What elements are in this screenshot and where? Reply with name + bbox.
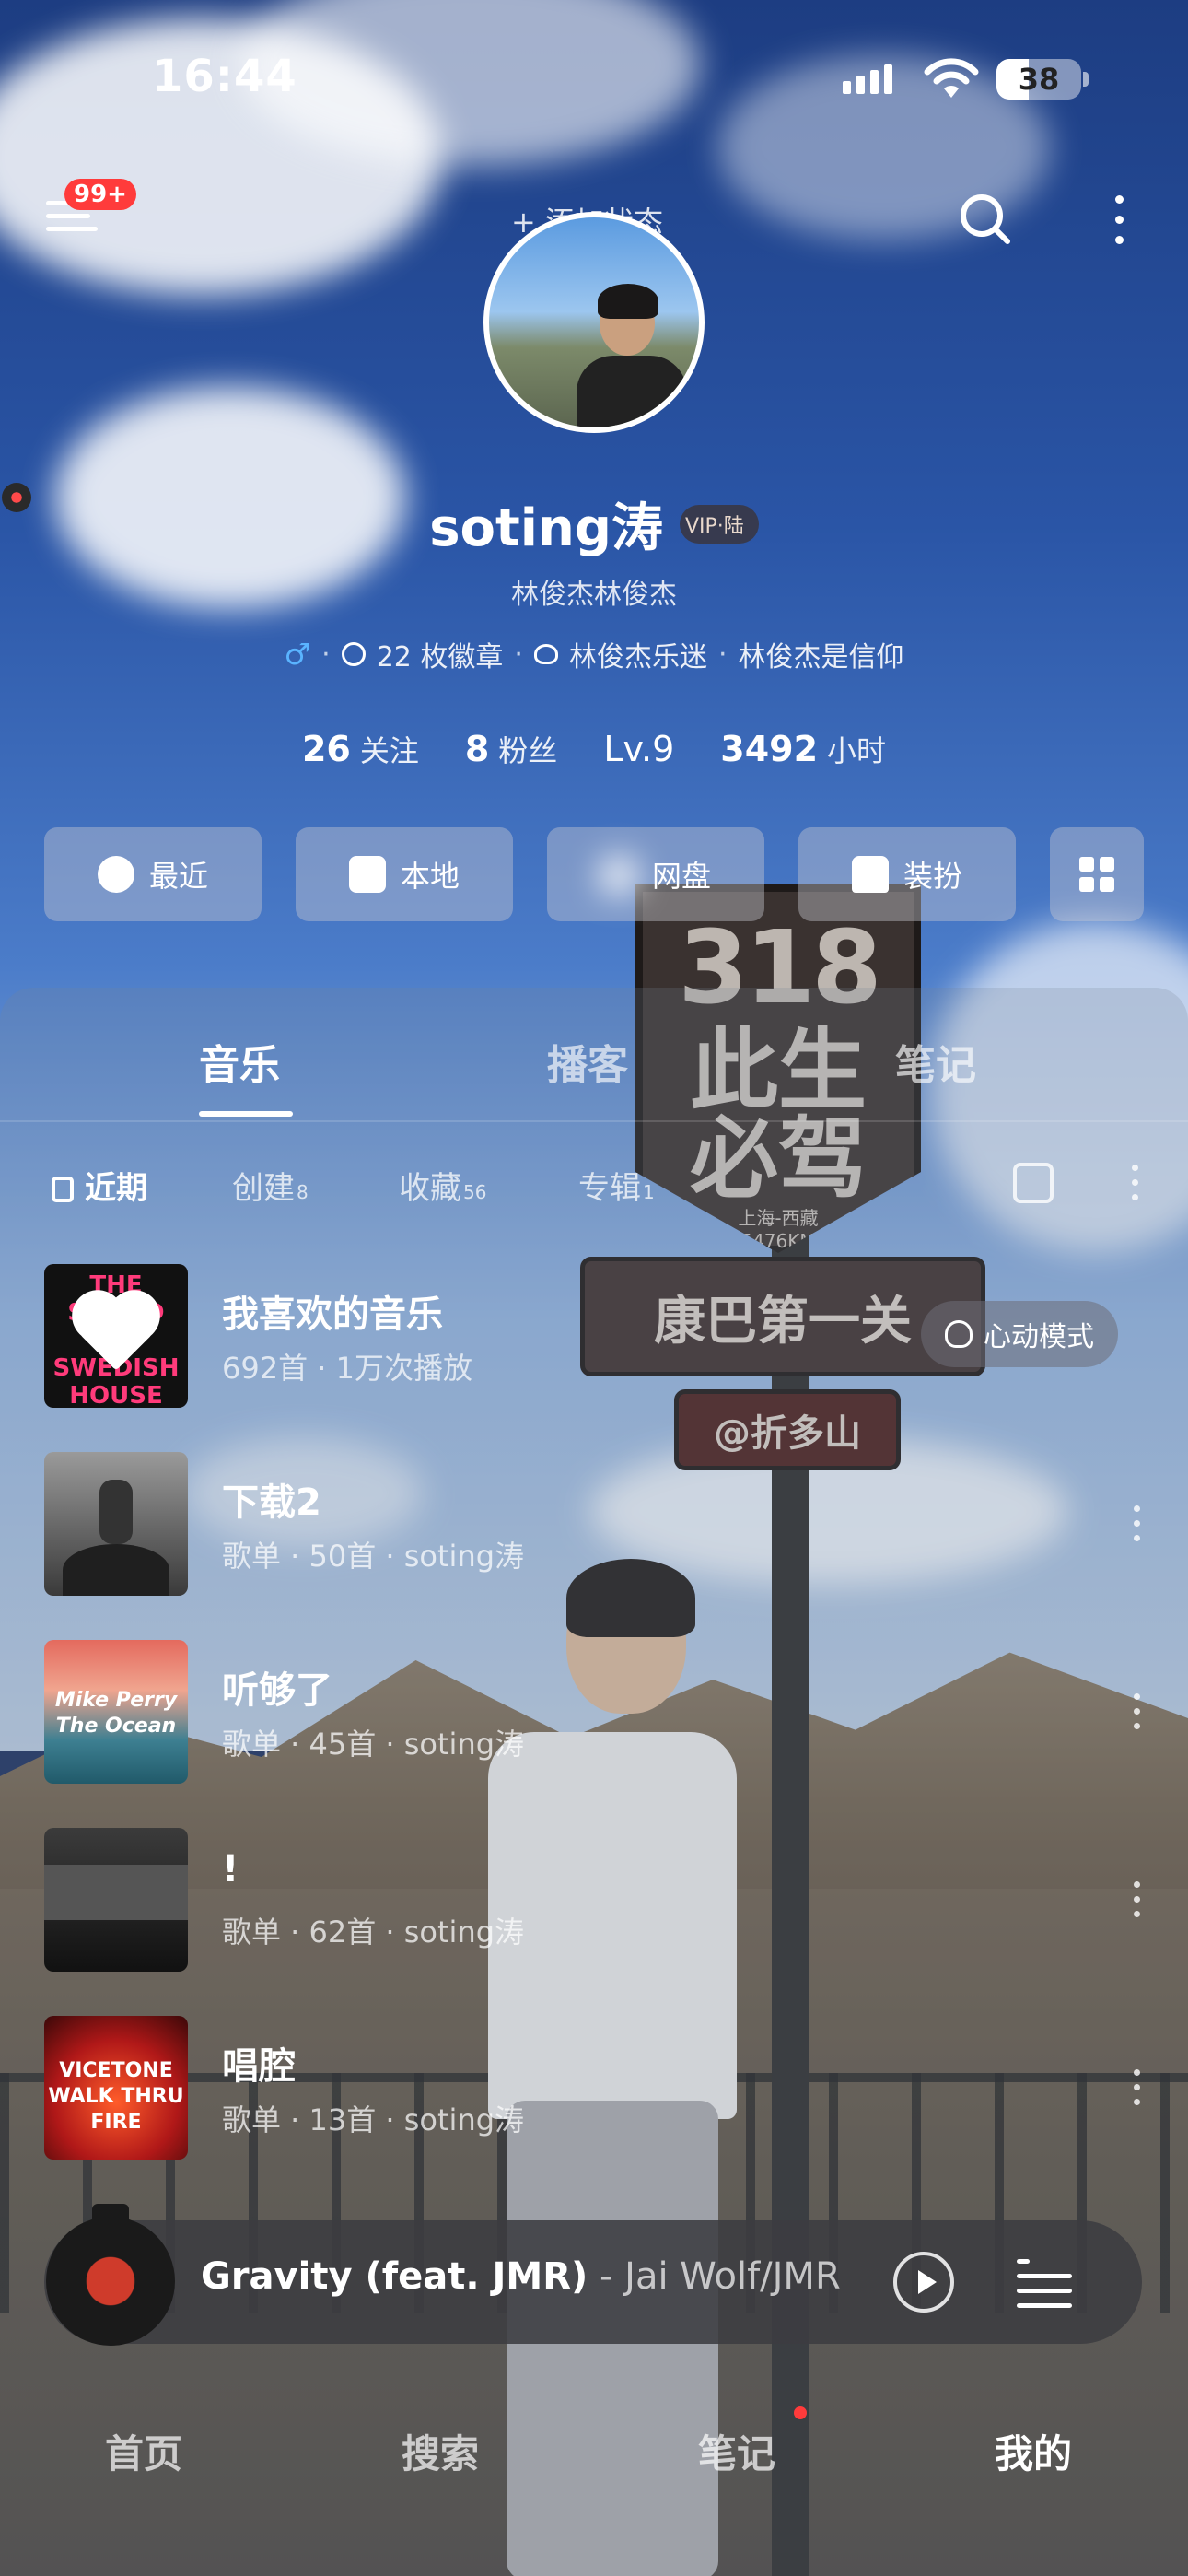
search-icon[interactable] <box>958 192 1013 247</box>
heart-mode-button[interactable]: 心动模式 <box>921 1301 1118 1367</box>
shirt-icon <box>851 856 889 893</box>
badge-medal-icon <box>341 642 366 666</box>
content-tabs: 音乐 播客 笔记 <box>0 1032 1188 1124</box>
song-artist: - Jai Wolf/JMR <box>588 2255 841 2298</box>
filter-row: 近期 创建 8 收藏 56 专辑 1 <box>0 1163 1188 1209</box>
vip-label: VIP·陆 <box>684 514 744 538</box>
notification-badge: 99+ <box>64 179 136 210</box>
dress-up-button[interactable]: 装扮 <box>798 827 1016 921</box>
now-playing-text[interactable]: Gravity (feat. JMR) - Jai Wolf/JMR <box>201 2255 841 2298</box>
status-bar: 16:44 38 <box>0 0 1188 166</box>
nav-notes[interactable]: 笔记 <box>698 2423 775 2479</box>
clock-icon <box>97 856 134 893</box>
recent-button[interactable]: 最近 <box>44 827 262 921</box>
heart-mode-icon <box>945 1320 973 1348</box>
list-item[interactable]: Mike Perry The Ocean 听够了 歌单 · 45首 · soti… <box>44 1640 1149 1787</box>
lock-icon <box>52 1177 74 1202</box>
stat-listening-hours[interactable]: 3492 小时 <box>720 728 886 770</box>
nav-me[interactable]: 我的 <box>995 2423 1072 2479</box>
now-playing-disc[interactable] <box>46 2217 175 2346</box>
stat-following[interactable]: 26 关注 <box>302 728 419 770</box>
list-item[interactable]: ! 歌单 · 62首 · soting涛 <box>44 1828 1149 1975</box>
avatar[interactable] <box>483 212 705 433</box>
wifi-icon <box>924 58 979 98</box>
male-gender-icon: ♂ <box>284 637 311 672</box>
vip-badge[interactable]: VIP·陆 <box>2 483 759 544</box>
playlist-cover: THE SOUND OF SWEDISH HOUSE <box>44 1264 188 1408</box>
playlist-cover <box>44 1828 188 1972</box>
cloud-drive-button[interactable]: 网盘 <box>547 827 764 921</box>
profile-tags: ♂ · 22 枚徽章 · 林俊杰乐迷 · 林俊杰是信仰 <box>0 634 1188 674</box>
playlist-title: ! <box>222 1848 239 1891</box>
stat-followers[interactable]: 8 粉丝 <box>465 728 557 770</box>
signature: 林俊杰是信仰 <box>738 641 904 673</box>
fan-title[interactable]: 林俊杰乐迷 <box>569 634 707 674</box>
playlist-queue-icon[interactable] <box>1017 2254 1072 2309</box>
playlist-title: 唱腔 <box>222 2045 296 2088</box>
playlist-more-icon[interactable] <box>1131 1879 1142 1920</box>
playlist-more-icon[interactable] <box>1131 1692 1142 1732</box>
username-row: soting涛 VIP·陆 <box>0 483 1188 561</box>
notes-unread-dot <box>794 2406 807 2419</box>
playlist-meta: 歌单 · 62首 · soting涛 <box>222 1914 525 1950</box>
play-button[interactable] <box>893 2252 954 2313</box>
filter-favorited[interactable]: 收藏 56 <box>399 1163 486 1208</box>
tabs-divider <box>0 1120 1188 1122</box>
nav-home[interactable]: 首页 <box>105 2423 182 2479</box>
cloud-upload-icon <box>600 856 637 893</box>
filter-albums[interactable]: 专辑 1 <box>578 1163 655 1208</box>
playlist-more-icon[interactable] <box>1131 2067 1142 2108</box>
list-item[interactable]: 下载2 歌单 · 50首 · soting涛 <box>44 1452 1149 1599</box>
playlist-meta: 692首 · 1万次播放 <box>222 1351 472 1386</box>
battery-level: 38 <box>1018 62 1060 97</box>
more-apps-button[interactable] <box>1050 827 1144 921</box>
cellular-signal-icon <box>843 64 892 94</box>
download-box-icon <box>348 856 386 893</box>
tab-underline <box>199 1111 293 1117</box>
profile-subtitle: 林俊杰林俊杰 <box>511 579 677 611</box>
playlist-more-icon[interactable] <box>1131 1504 1142 1544</box>
tab-notes[interactable]: 笔记 <box>895 1032 976 1091</box>
playlist-title: 下载2 <box>222 1481 321 1524</box>
filter-more-icon[interactable] <box>1129 1163 1140 1203</box>
battery-icon: 38 <box>996 59 1081 100</box>
profile-stats: 26 关注 8 粉丝 Lv.9 3492 小时 <box>0 728 1188 770</box>
more-options-icon[interactable] <box>1112 192 1124 247</box>
song-title: Gravity (feat. JMR) <box>201 2255 588 2298</box>
bottom-nav: 首页 搜索 笔记 我的 <box>0 2395 1188 2576</box>
list-item[interactable]: VICETONE WALK THRU FIRE 唱腔 歌单 · 13首 · so… <box>44 2016 1149 2163</box>
mini-player[interactable]: Gravity (feat. JMR) - Jai Wolf/JMR <box>44 2204 1142 2346</box>
filter-created[interactable]: 创建 8 <box>232 1163 309 1208</box>
playlist-meta: 歌单 · 45首 · soting涛 <box>222 1727 525 1762</box>
badges-count[interactable]: 22 枚徽章 <box>377 634 504 674</box>
fan-heart-icon <box>533 644 558 664</box>
playlist-meta: 歌单 · 50首 · soting涛 <box>222 1539 525 1574</box>
playlist-title: 听够了 <box>222 1669 332 1712</box>
nav-search[interactable]: 搜索 <box>402 2423 479 2479</box>
stat-level[interactable]: Lv.9 <box>603 729 674 769</box>
playlist-cover: Mike Perry The Ocean <box>44 1640 188 1784</box>
tab-podcast[interactable]: 播客 <box>547 1032 628 1091</box>
apps-grid-icon <box>1079 857 1114 892</box>
status-time: 16:44 <box>152 51 297 102</box>
playlist-title: 我喜欢的音乐 <box>222 1294 443 1336</box>
import-playlist-icon[interactable] <box>1013 1163 1054 1203</box>
username: soting涛 <box>429 498 663 558</box>
vinyl-icon <box>2 483 31 512</box>
filter-recent[interactable]: 近期 <box>52 1163 147 1208</box>
playlist-meta: 歌单 · 13首 · soting涛 <box>222 2102 525 2137</box>
tab-music[interactable]: 音乐 <box>199 1032 280 1091</box>
local-button[interactable]: 本地 <box>296 827 513 921</box>
playlist-cover: VICETONE WALK THRU FIRE <box>44 2016 188 2160</box>
playlist-cover <box>44 1452 188 1596</box>
